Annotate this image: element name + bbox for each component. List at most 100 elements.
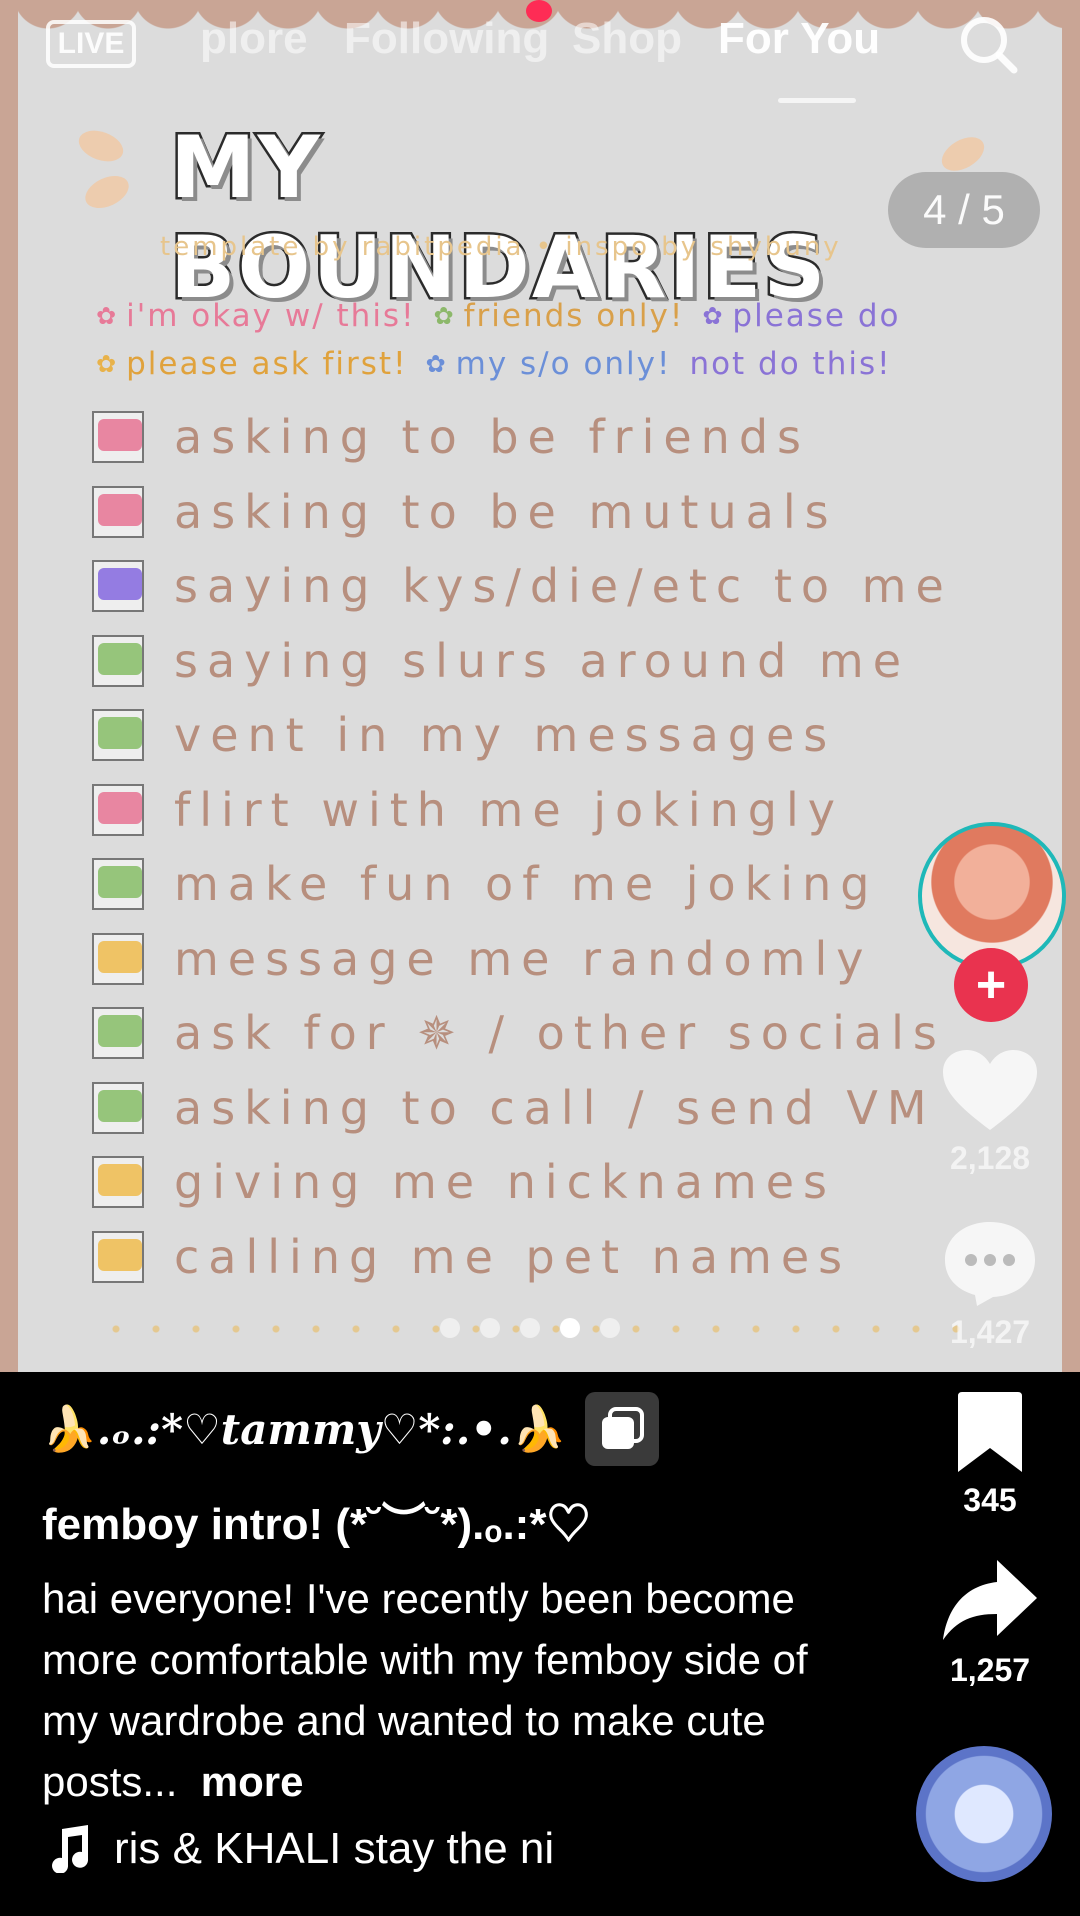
comment-button[interactable]: 1,427	[920, 1218, 1060, 1351]
share-count: 1,257	[949, 1652, 1031, 1688]
checklist-item: ask for ✵ / other socials	[92, 996, 1032, 1071]
page-indicator: 4 / 5	[888, 172, 1040, 248]
checkbox	[92, 485, 144, 538]
tab-following[interactable]: Following	[344, 14, 549, 64]
legend-item: not do this!	[689, 346, 892, 382]
checkbox	[92, 1007, 144, 1060]
share-icon	[943, 1560, 1037, 1640]
slide-credit: template by rabitpedia • inspo by shybun…	[160, 232, 842, 262]
highlight-mark	[98, 1238, 142, 1271]
tab-shop[interactable]: Shop	[572, 14, 682, 64]
checklist-item: giving me nicknames	[92, 1145, 1032, 1220]
save-button[interactable]: 345	[920, 1390, 1060, 1519]
highlight-mark	[98, 1089, 142, 1122]
checkbox	[92, 1156, 144, 1209]
highlight-mark	[98, 866, 142, 899]
checklist-item: asking to be mutuals	[92, 475, 1032, 550]
checkbox	[92, 411, 144, 464]
follow-button[interactable]: +	[954, 948, 1028, 1022]
post-description[interactable]: hai everyone! I've recently been become …	[42, 1568, 862, 1812]
checkbox	[92, 1081, 144, 1134]
checklist-item-text: asking to be friends	[174, 410, 810, 465]
highlight-mark	[98, 940, 142, 973]
legend-item: ✿ please ask first!	[96, 346, 408, 382]
checklist-item: asking to be friends	[92, 400, 1032, 475]
notification-dot	[526, 0, 552, 22]
checkbox	[92, 858, 144, 911]
music-title: ris & KHALI stay the ni	[114, 1824, 555, 1873]
carousel-dot[interactable]	[480, 1318, 500, 1338]
checklist-item: flirt with me jokingly	[92, 773, 1032, 848]
checklist-item-text: message me randomly	[174, 931, 873, 986]
tab-for-you[interactable]: For You	[718, 14, 880, 64]
highlight-mark	[98, 419, 142, 452]
post-title: femboy intro! (*˘︶˘*).ₒ.:*♡	[42, 1500, 591, 1549]
legend-item: ✿ my s/o only!	[425, 346, 672, 382]
checklist-item-text: asking to be mutuals	[174, 484, 838, 539]
highlight-mark	[98, 717, 142, 750]
legend: ✿ i'm okay w/ this! ✿ friends only! ✿ pleas…	[96, 292, 996, 388]
caption: 🍌 .ₒ.:*♡tammy♡*:.•. 🍌 femboy intro! (*˘︶…	[42, 1392, 882, 1812]
checklist-item: asking to call / send VM	[92, 1071, 1032, 1146]
checklist-item-text: vent in my messages	[174, 708, 837, 763]
bookmark-icon	[958, 1392, 1022, 1472]
checklist-item-text: saying slurs around me	[174, 633, 911, 688]
slide-title: MY BOUNDARIES	[168, 116, 828, 321]
highlight-mark	[98, 791, 142, 824]
checkbox	[92, 560, 144, 613]
more-link[interactable]: more	[201, 1758, 304, 1805]
checklist-item-text: giving me nicknames	[174, 1155, 836, 1210]
checklist-item-text: flirt with me jokingly	[174, 782, 844, 837]
live-label: LIVE	[57, 27, 125, 60]
checklist-item-text: ask for ✵ / other socials	[174, 1006, 946, 1061]
save-count: 345	[963, 1482, 1017, 1518]
legend-item: ✿ friends only!	[433, 298, 685, 334]
top-nav: LIVE plore Following Shop For You	[0, 0, 1080, 80]
checklist-item: saying slurs around me	[92, 624, 1032, 699]
username[interactable]: .ₒ.:*♡tammy♡*:.•.	[97, 1405, 512, 1454]
highlight-mark	[98, 1164, 142, 1197]
carousel-dot[interactable]	[600, 1318, 620, 1338]
heart-icon	[943, 1050, 1037, 1130]
tab-explore[interactable]: plore	[200, 14, 308, 64]
grab-handle	[778, 98, 856, 103]
checkbox	[92, 634, 144, 687]
checklist-item: message me randomly	[92, 922, 1032, 997]
checklist-item-text: make fun of me joking	[174, 857, 879, 912]
checklist-item: saying kys/die/etc to me	[92, 549, 1032, 624]
description-text: hai everyone! I've recently been become …	[42, 1575, 808, 1805]
legend-item: ✿ please do	[702, 298, 901, 334]
checklist-item: calling me pet names	[92, 1220, 1032, 1295]
checkbox	[92, 709, 144, 762]
highlight-mark	[98, 642, 142, 675]
boundaries-checklist: asking to be friends asking to be mutuals…	[92, 400, 1032, 1294]
music-disc[interactable]	[916, 1746, 1052, 1882]
checklist-item-text: saying kys/die/etc to me	[174, 559, 953, 614]
music-note-icon	[52, 1825, 89, 1873]
checkbox	[92, 1230, 144, 1283]
checklist-item-text: calling me pet names	[174, 1229, 852, 1284]
legend-item: ✿ i'm okay w/ this!	[96, 298, 416, 334]
like-button[interactable]: 2,128	[920, 1048, 1060, 1177]
music-ticker[interactable]: ris & KHALI stay the ni	[48, 1824, 554, 1874]
carousel-dot[interactable]	[440, 1318, 460, 1338]
highlight-mark	[98, 493, 142, 526]
live-icon[interactable]: LIVE	[46, 20, 136, 68]
checkbox	[92, 783, 144, 836]
comment-icon	[945, 1222, 1035, 1306]
checkbox	[92, 932, 144, 985]
carousel-dot[interactable]	[520, 1318, 540, 1338]
checklist-item-text: asking to call / send VM	[174, 1080, 936, 1135]
banana-emoji: 🍌	[511, 1405, 567, 1454]
checklist-item: vent in my messages	[92, 698, 1032, 773]
comment-count: 1,427	[949, 1314, 1031, 1350]
carousel-dot[interactable]	[560, 1318, 580, 1338]
like-count: 2,128	[949, 1140, 1031, 1176]
share-button[interactable]: 1,257	[920, 1556, 1060, 1689]
banana-emoji: 🍌	[42, 1405, 97, 1454]
multi-photo-icon	[584, 1392, 659, 1466]
search-icon[interactable]	[952, 14, 1028, 74]
carousel-dots[interactable]	[440, 1318, 620, 1340]
highlight-mark	[98, 1015, 142, 1048]
checklist-item: make fun of me joking	[92, 847, 1032, 922]
